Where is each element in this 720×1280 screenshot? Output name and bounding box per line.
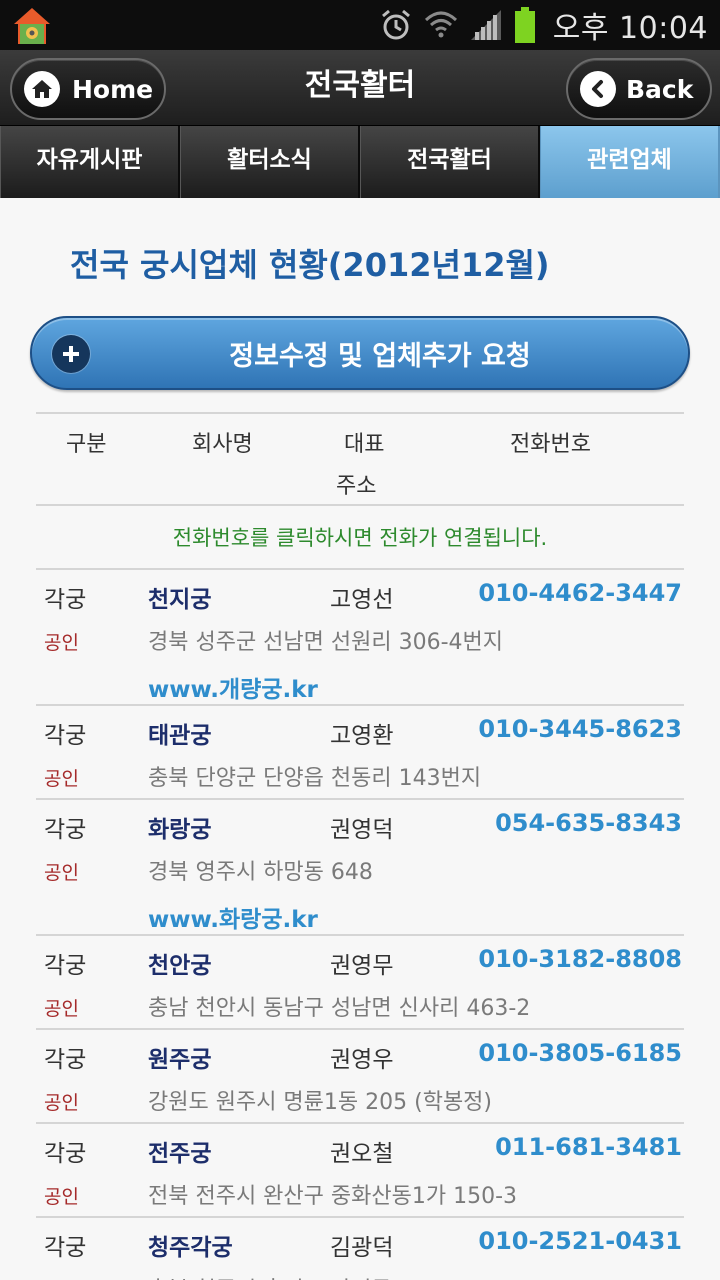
row-company-name: 태관궁 — [148, 723, 212, 749]
tab-free-board[interactable]: 자유게시판 — [0, 126, 180, 198]
alarm-icon — [381, 9, 410, 40]
divider — [36, 504, 684, 506]
row-company-name: 전주궁 — [148, 1141, 212, 1167]
row-address: 경북 성주군 선남면 선원리 306-4번지 — [148, 630, 504, 655]
status-bar: 오후 10:04 — [0, 0, 720, 50]
row-certification: 공인 — [44, 862, 79, 884]
status-time: 오후 10:04 — [552, 11, 708, 46]
request-update-button[interactable]: 정보수정 및 업체추가 요청 — [30, 316, 690, 390]
row-address: 충북 청주시 흥덕구 가경동 646-4 — [148, 1272, 463, 1280]
divider — [36, 412, 684, 414]
table-row: 각궁 공인 화랑궁 권영덕 054-635-8343 경북 영주시 하망동 64… — [36, 800, 684, 934]
row-certification: 공인 — [44, 1276, 79, 1280]
row-representative: 권영무 — [330, 953, 394, 979]
row-phone-link[interactable]: 010-4462-3447 — [478, 579, 682, 607]
row-phone-link[interactable]: 010-3182-8808 — [478, 945, 682, 973]
tab-related-businesses[interactable]: 관련업체 — [540, 126, 720, 198]
back-label: Back — [626, 74, 694, 104]
table-row: 각궁 공인 원주궁 권영우 010-3805-6185 강원도 원주시 명륜1동… — [36, 1030, 684, 1122]
home-button[interactable]: Home — [10, 58, 166, 120]
table-row: 각궁 공인 천지궁 고영선 010-4462-3447 경북 성주군 선남면 선… — [36, 570, 684, 704]
chevron-left-icon — [580, 71, 616, 107]
title-bar: 전국활터 Home Back — [0, 50, 720, 126]
column-header-company: 회사명 — [192, 432, 253, 457]
battery-icon — [514, 7, 535, 43]
row-address: 경북 영주시 하망동 648 — [148, 860, 373, 885]
row-company-name: 원주궁 — [148, 1047, 212, 1073]
row-representative: 권영덕 — [330, 817, 394, 843]
row-category: 각궁 — [44, 587, 87, 613]
table-row: 각궁 공인 청주각궁 김광덕 010-2521-0431 충북 청주시 흥덕구 … — [36, 1218, 684, 1280]
home-icon — [24, 71, 60, 107]
table-row: 각궁 공인 천안궁 권영무 010-3182-8808 충남 천안시 동남구 성… — [36, 936, 684, 1028]
row-address: 충북 단양군 단양읍 천동리 143번지 — [148, 766, 482, 791]
table-row: 각궁 공인 태관궁 고영환 010-3445-8623 충북 단양군 단양읍 천… — [36, 706, 684, 798]
column-header-rep: 대표 — [344, 432, 385, 457]
row-category: 각궁 — [44, 1141, 87, 1167]
tab-range-news[interactable]: 활터소식 — [180, 126, 360, 198]
signal-icon — [470, 10, 501, 40]
tab-bar: 자유게시판 활터소식 전국활터 관련업체 — [0, 126, 720, 198]
row-category: 각궁 — [44, 817, 87, 843]
row-representative: 고영환 — [330, 723, 394, 749]
row-certification: 공인 — [44, 632, 79, 654]
back-button[interactable]: Back — [566, 58, 712, 120]
row-phone-link[interactable]: 010-3805-6185 — [478, 1039, 682, 1067]
row-category: 각궁 — [44, 953, 87, 979]
row-company-name: 천안궁 — [148, 953, 212, 979]
request-update-label: 정보수정 및 업체추가 요청 — [229, 340, 531, 372]
call-notice: 전화번호를 클릭하시면 전화가 연결됩니다. — [172, 526, 548, 550]
row-certification: 공인 — [44, 768, 79, 790]
row-certification: 공인 — [44, 1186, 79, 1208]
row-company-name: 청주각궁 — [148, 1235, 233, 1261]
row-certification: 공인 — [44, 1092, 79, 1114]
row-address: 충남 천안시 동남구 성남면 신사리 463-2 — [148, 996, 531, 1021]
row-category: 각궁 — [44, 723, 87, 749]
row-address: 강원도 원주시 명륜1동 205 (학봉정) — [148, 1090, 493, 1115]
row-address: 전북 전주시 완산구 중화산동1가 150-3 — [148, 1184, 518, 1209]
row-company-name: 화랑궁 — [148, 817, 212, 843]
row-representative: 고영선 — [330, 587, 394, 613]
column-header-address: 주소 — [336, 474, 377, 499]
column-header-category: 구분 — [66, 432, 107, 457]
row-certification: 공인 — [44, 998, 79, 1020]
page-heading: 전국 궁시업체 현황(2012년12월) — [70, 246, 550, 284]
app-home-icon — [14, 8, 50, 44]
home-label: Home — [72, 74, 154, 104]
row-website-link[interactable]: www.화랑궁.kr — [148, 900, 318, 934]
column-header-phone: 전화번호 — [510, 432, 591, 457]
row-phone-link[interactable]: 010-3445-8623 — [478, 715, 682, 743]
row-website-link[interactable]: www.개량궁.kr — [148, 670, 318, 704]
row-phone-link[interactable]: 011-681-3481 — [495, 1133, 682, 1161]
row-representative: 권오철 — [330, 1141, 394, 1167]
plus-icon — [52, 335, 90, 373]
row-category: 각궁 — [44, 1047, 87, 1073]
row-phone-link[interactable]: 054-635-8343 — [495, 809, 682, 837]
wifi-icon — [424, 11, 457, 38]
row-category: 각궁 — [44, 1235, 87, 1261]
row-company-name: 천지궁 — [148, 587, 212, 613]
row-representative: 권영우 — [330, 1047, 394, 1073]
table-row: 각궁 공인 전주궁 권오철 011-681-3481 전북 전주시 완산구 중화… — [36, 1124, 684, 1216]
row-representative: 김광덕 — [330, 1235, 394, 1261]
tab-national-ranges[interactable]: 전국활터 — [360, 126, 540, 198]
row-phone-link[interactable]: 010-2521-0431 — [478, 1227, 682, 1255]
